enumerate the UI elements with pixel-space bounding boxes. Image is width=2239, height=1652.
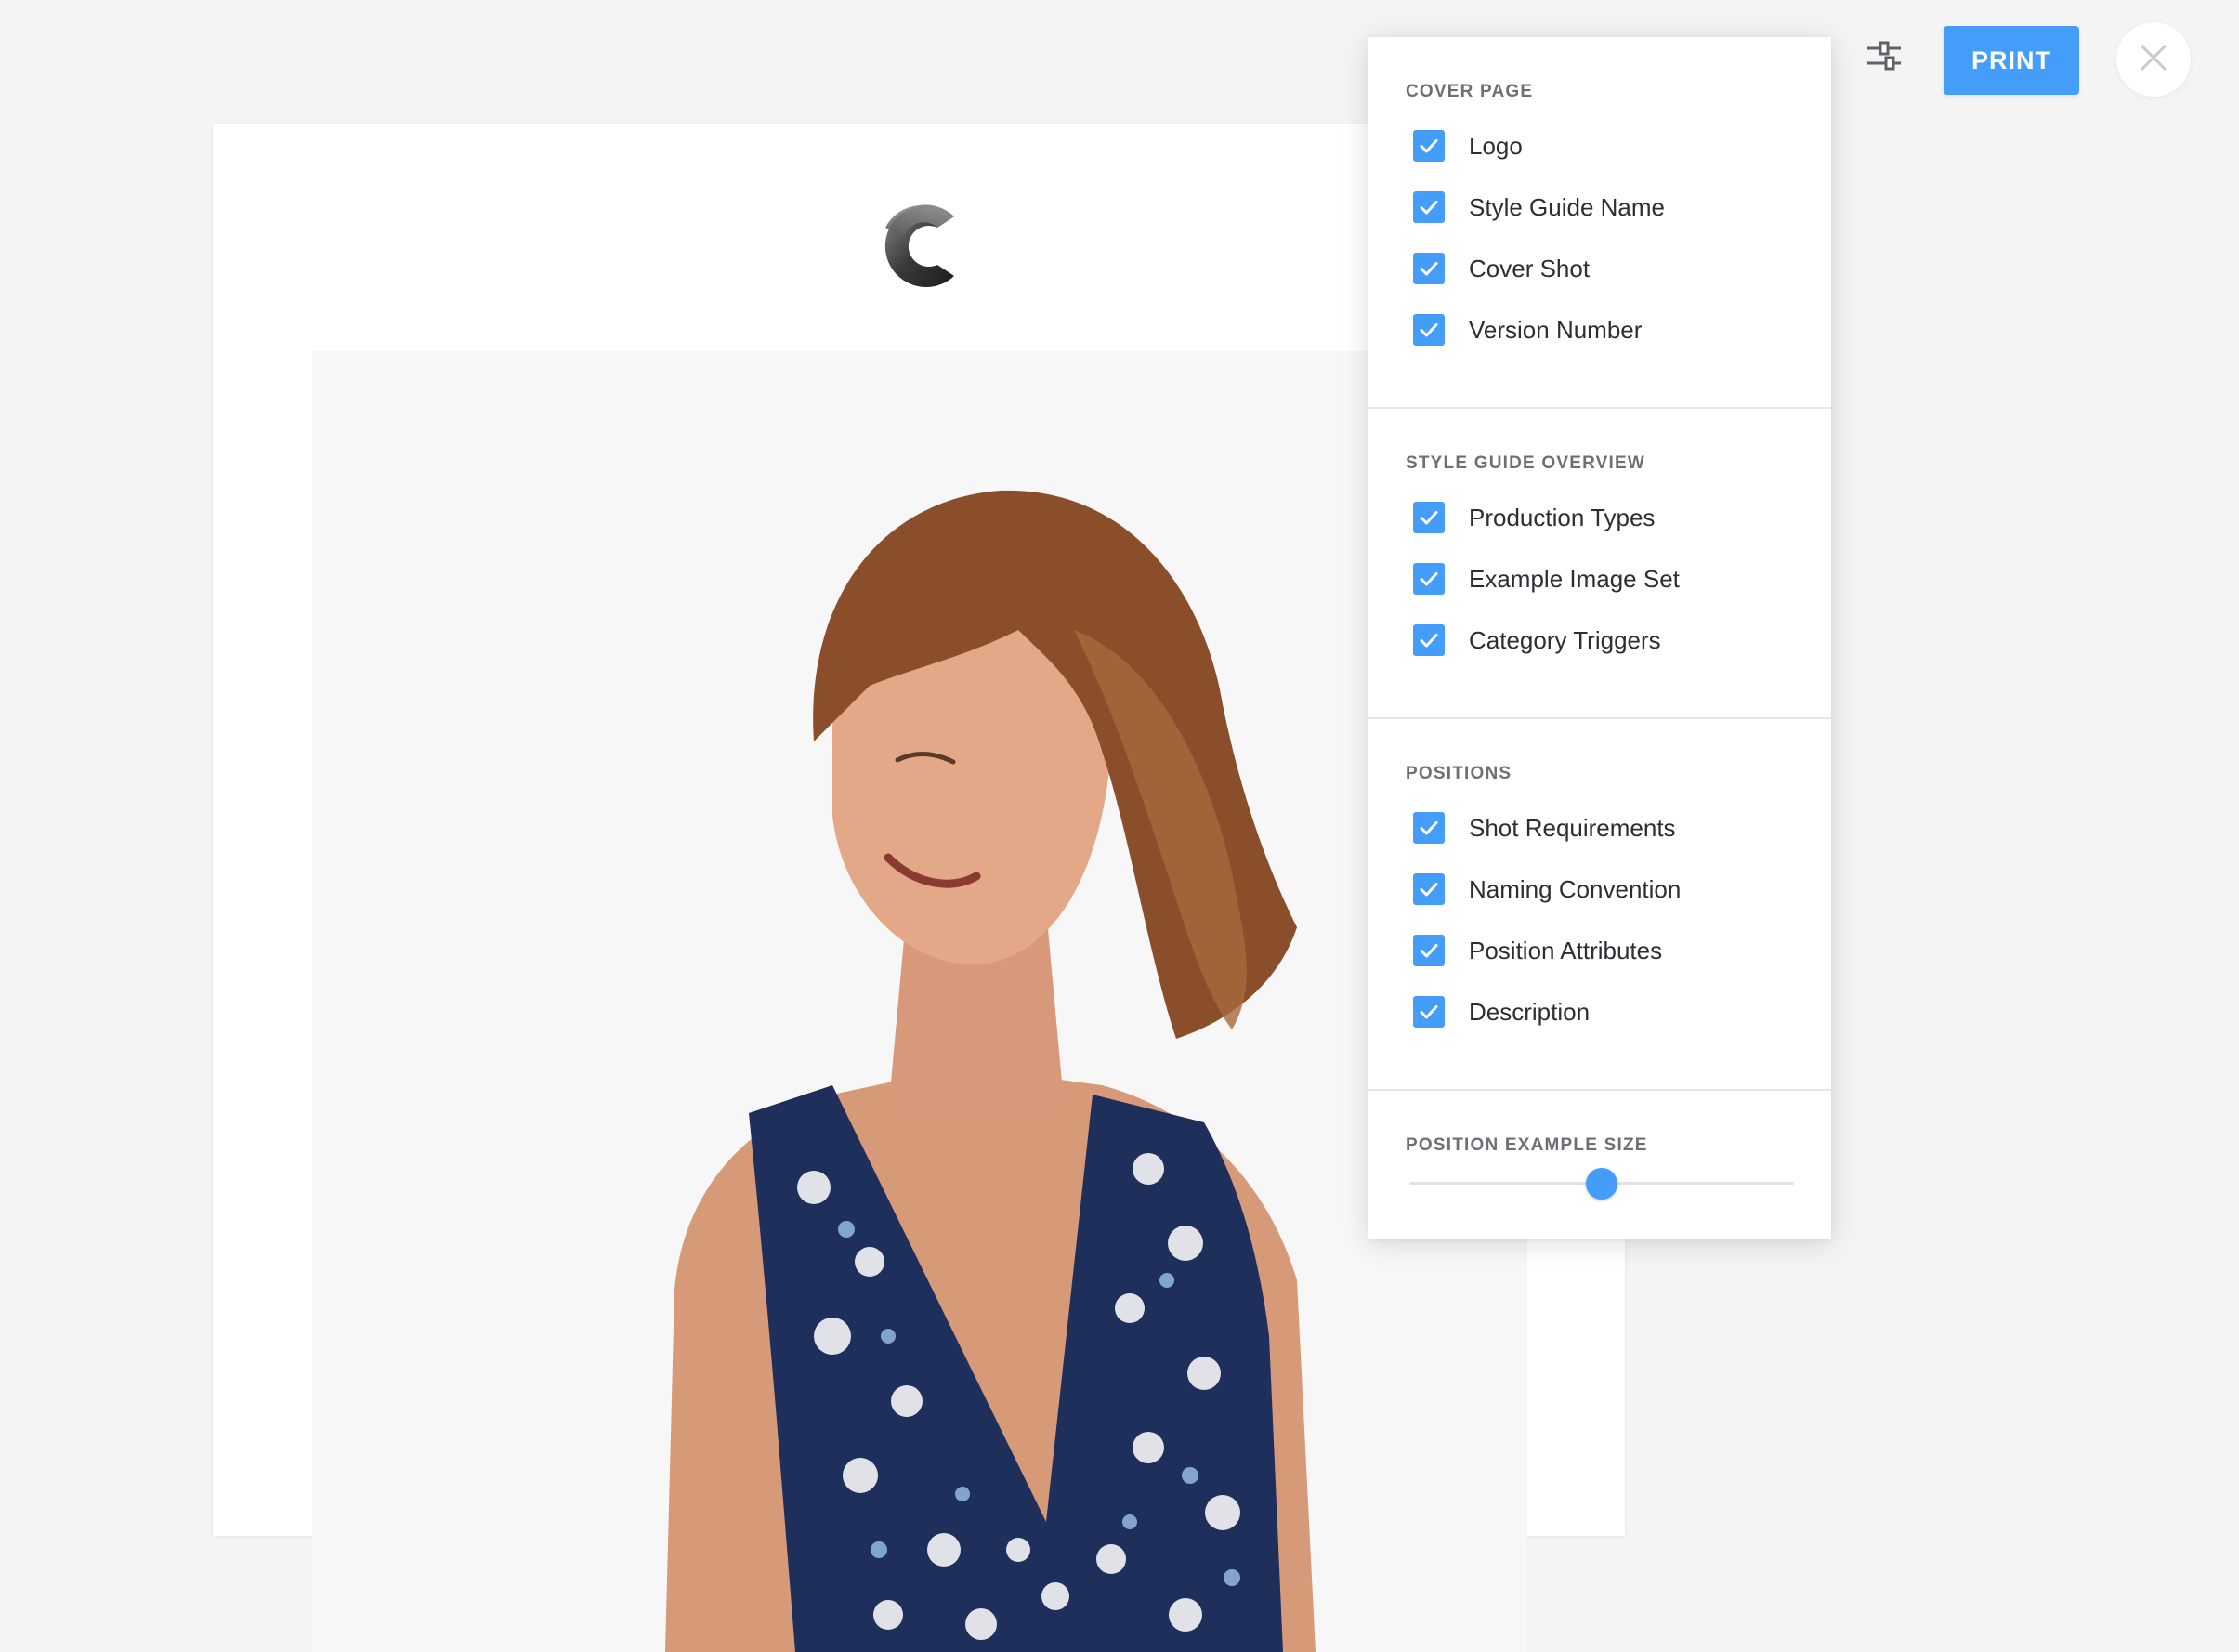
section-divider (1368, 1089, 1831, 1091)
close-icon (2138, 42, 2169, 78)
option-label: Category Triggers (1469, 625, 1661, 654)
sliders-icon (1864, 35, 1905, 81)
option-style-guide-name[interactable]: Style Guide Name (1413, 190, 1665, 224)
option-shot-requirements[interactable]: Shot Requirements (1413, 811, 1676, 845)
option-label: Shot Requirements (1469, 813, 1676, 842)
option-version-number[interactable]: Version Number (1413, 313, 1642, 347)
checkbox-checked-icon[interactable] (1413, 130, 1445, 162)
option-position-attributes[interactable]: Position Attributes (1413, 934, 1662, 967)
c-logo-icon (872, 200, 965, 293)
option-label: Description (1469, 997, 1591, 1026)
option-cover-shot[interactable]: Cover Shot (1413, 252, 1590, 285)
option-category-triggers[interactable]: Category Triggers (1413, 623, 1661, 657)
option-label: Version Number (1469, 315, 1643, 344)
section-title-position-example-size: POSITION EXAMPLE SIZE (1406, 1135, 1648, 1155)
section-title-cover-page: COVER PAGE (1406, 82, 1534, 101)
option-example-image-set[interactable]: Example Image Set (1413, 562, 1680, 596)
option-naming-convention[interactable]: Naming Convention (1413, 872, 1681, 906)
option-label: Example Image Set (1469, 564, 1680, 593)
checkbox-checked-icon[interactable] (1413, 812, 1445, 844)
checkbox-checked-icon[interactable] (1413, 191, 1445, 223)
close-button[interactable] (2116, 22, 2191, 97)
option-label: Logo (1469, 131, 1523, 160)
checkbox-checked-icon[interactable] (1413, 996, 1445, 1028)
option-label: Style Guide Name (1469, 192, 1665, 221)
section-title-style-guide-overview: STYLE GUIDE OVERVIEW (1406, 453, 1646, 473)
checkbox-checked-icon[interactable] (1413, 563, 1445, 595)
checkbox-checked-icon[interactable] (1413, 873, 1445, 905)
checkbox-checked-icon[interactable] (1413, 624, 1445, 656)
print-options-panel: COVER PAGE Logo Style Guide Name Cover S… (1368, 37, 1831, 1239)
option-production-types[interactable]: Production Types (1413, 501, 1655, 534)
cover-shot-image (312, 351, 1527, 1652)
section-divider (1368, 407, 1831, 409)
checkbox-checked-icon[interactable] (1413, 253, 1445, 284)
checkbox-checked-icon[interactable] (1413, 935, 1445, 966)
checkbox-checked-icon[interactable] (1413, 502, 1445, 533)
position-example-size-slider[interactable] (1409, 1165, 1794, 1202)
option-label: Production Types (1469, 503, 1656, 531)
section-title-positions: POSITIONS (1406, 764, 1512, 783)
section-divider (1368, 717, 1831, 719)
print-button[interactable]: PRINT (1944, 26, 2079, 95)
slider-thumb[interactable] (1586, 1168, 1617, 1200)
option-label: Naming Convention (1469, 874, 1682, 903)
settings-button[interactable] (1862, 35, 1906, 80)
option-description[interactable]: Description (1413, 995, 1590, 1029)
option-label: Cover Shot (1469, 254, 1591, 282)
option-label: Position Attributes (1469, 936, 1663, 964)
option-logo[interactable]: Logo (1413, 129, 1523, 163)
checkbox-checked-icon[interactable] (1413, 314, 1445, 346)
